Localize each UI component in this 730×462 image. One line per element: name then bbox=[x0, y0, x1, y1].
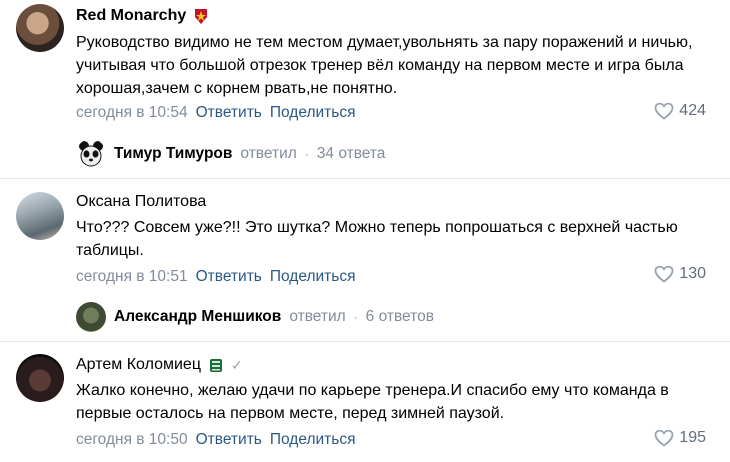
comment-author[interactable]: Артем Коломиец bbox=[76, 355, 201, 375]
avatar[interactable] bbox=[16, 354, 64, 402]
share-button[interactable]: Поделиться bbox=[270, 430, 356, 450]
comment-text: Что??? Совсем уже?!! Это шутка? Можно те… bbox=[76, 219, 678, 259]
reply-button[interactable]: Ответить bbox=[196, 267, 262, 287]
like-count: 424 bbox=[679, 102, 706, 119]
comment-date: сегодня в 10:50 bbox=[76, 431, 188, 448]
green-emblem-icon bbox=[210, 359, 222, 372]
like-count: 195 bbox=[679, 429, 706, 446]
like-count: 130 bbox=[679, 265, 706, 282]
comment-date: сегодня в 10:54 bbox=[76, 104, 188, 121]
share-button[interactable]: Поделиться bbox=[270, 103, 356, 123]
army-emblem-icon bbox=[195, 9, 208, 24]
avatar[interactable] bbox=[16, 4, 64, 52]
reply-button[interactable]: Ответить bbox=[196, 103, 262, 123]
reply-count: 6 ответов bbox=[365, 308, 434, 325]
heart-outline-icon bbox=[654, 102, 674, 120]
reply-verb: ответил bbox=[240, 145, 297, 162]
comment-author[interactable]: Оксана Политова bbox=[76, 192, 206, 212]
avatar bbox=[76, 302, 106, 332]
like-button[interactable]: 424 bbox=[654, 102, 706, 120]
comment-text: Руководство видимо не тем местом думает,… bbox=[76, 34, 693, 97]
reply-verb: ответил bbox=[289, 308, 346, 325]
avatar bbox=[76, 139, 106, 169]
comment-text: Жалко конечно, желаю удачи по карьере тр… bbox=[76, 382, 669, 422]
like-button[interactable]: 195 bbox=[654, 429, 706, 447]
replies-thread[interactable]: Александр Меншиков ответил · 6 ответов bbox=[76, 302, 434, 332]
reply-author: Тимур Тимуров bbox=[114, 145, 233, 162]
like-button[interactable]: 130 bbox=[654, 265, 706, 283]
heart-outline-icon bbox=[654, 265, 674, 283]
heart-outline-icon bbox=[654, 429, 674, 447]
share-button[interactable]: Поделиться bbox=[270, 267, 356, 287]
reply-button[interactable]: Ответить bbox=[196, 430, 262, 450]
checkmark-icon: ✓ bbox=[231, 357, 243, 373]
reply-author: Александр Меншиков bbox=[114, 308, 282, 325]
divider bbox=[0, 341, 730, 342]
separator-dot: · bbox=[353, 310, 358, 324]
comment-date: сегодня в 10:51 bbox=[76, 268, 188, 285]
divider bbox=[0, 178, 730, 179]
reply-count: 34 ответа bbox=[316, 145, 386, 162]
avatar[interactable] bbox=[16, 192, 64, 240]
replies-thread[interactable]: Тимур Тимуров ответил · 34 ответа bbox=[76, 139, 385, 169]
separator-dot: · bbox=[304, 147, 309, 161]
comment-author[interactable]: Red Monarchy bbox=[76, 6, 186, 26]
